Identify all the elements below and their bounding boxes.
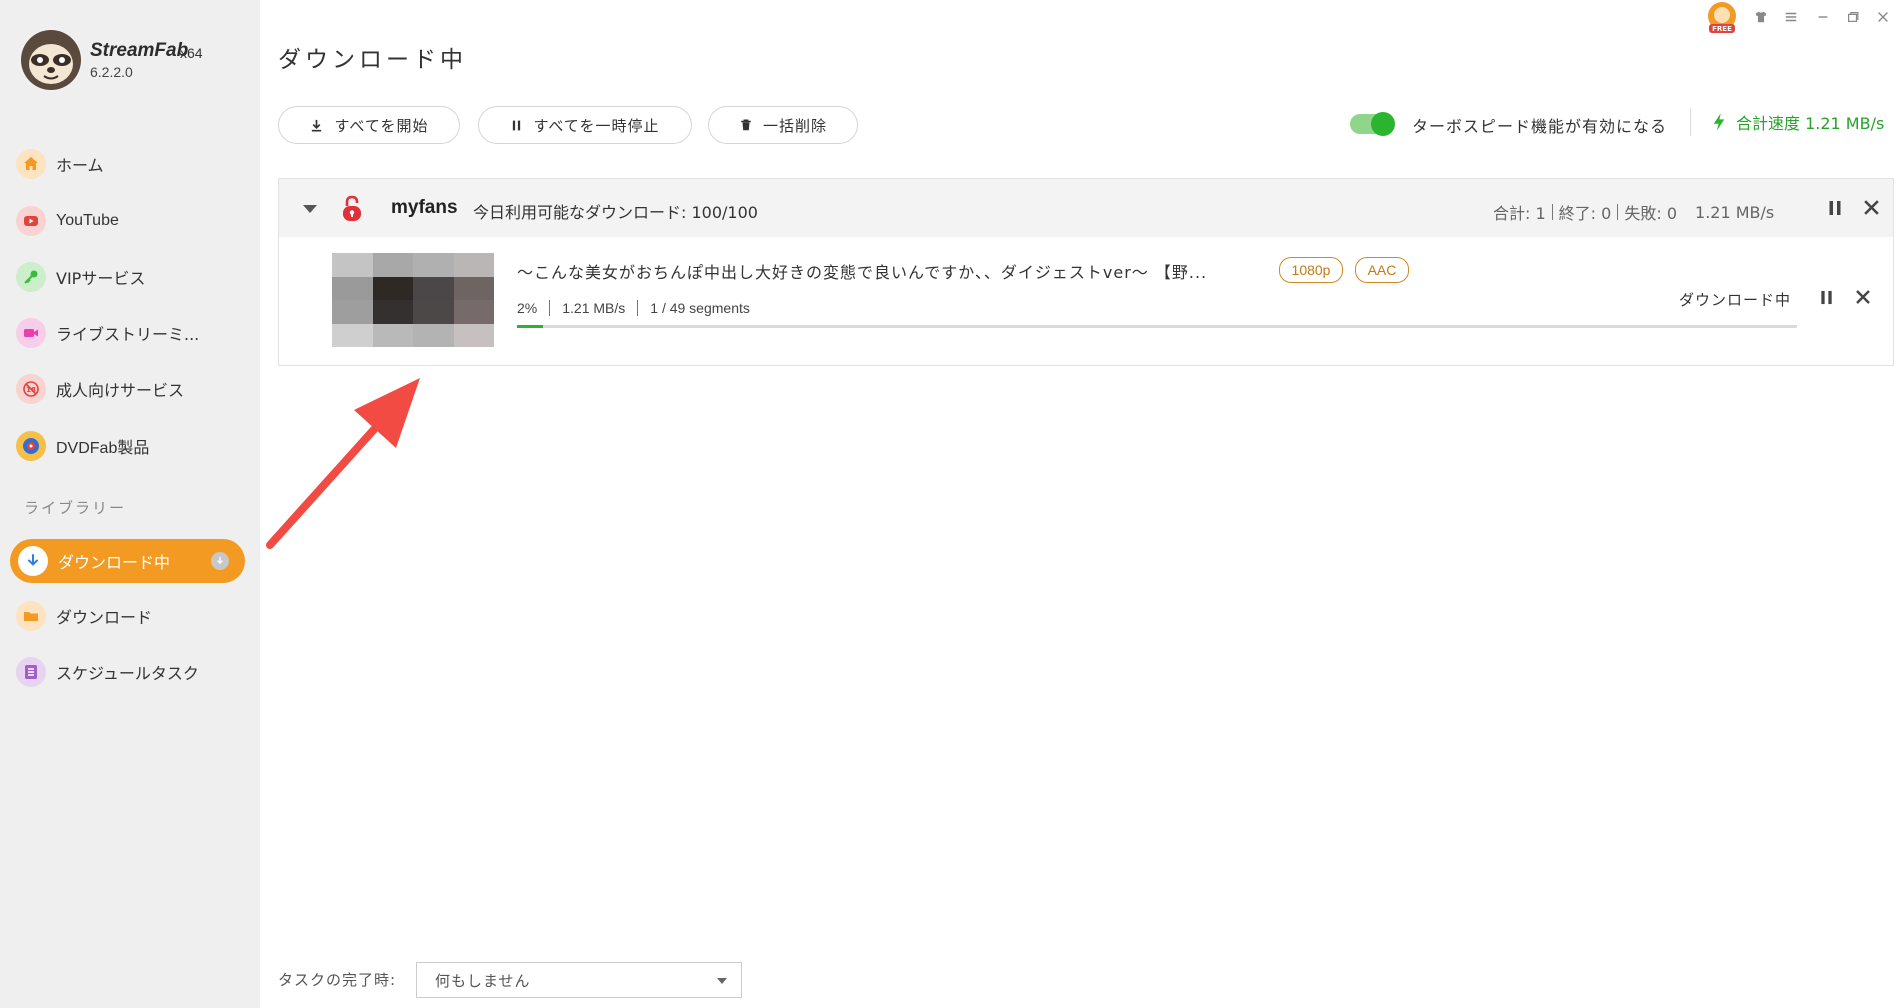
- total-speed: 合計速度 1.21 MB/s: [1712, 110, 1884, 134]
- sidebar-item-label: VIPサービス: [56, 269, 146, 288]
- collapse-caret-icon[interactable]: [303, 205, 317, 213]
- stats-separator: [1617, 204, 1619, 220]
- pause-icon: [510, 119, 523, 132]
- daily-quota: 今日利用可能なダウンロード: 100/100: [473, 203, 758, 222]
- delete-all-label: 一括削除: [762, 116, 827, 135]
- sidebar-item-label: 成人向けサービス: [56, 381, 185, 400]
- sidebar-item-adult[interactable]: 18 成人向けサービス: [14, 368, 246, 410]
- sidebar: StreamFab x64 6.2.2.0 ホーム YouTube VIPサービ…: [0, 0, 260, 1008]
- item-status: ダウンロード中: [1679, 291, 1792, 309]
- sidebar-item-home[interactable]: ホーム: [14, 143, 246, 185]
- item-speed: 1.21 MB/s: [562, 300, 626, 316]
- failed-count: 失敗: 0: [1624, 204, 1678, 223]
- skin-shirt-icon[interactable]: [1750, 6, 1772, 28]
- sidebar-item-label: ライブストリーミ...: [56, 325, 200, 344]
- free-badge-icon[interactable]: FREE: [1704, 0, 1740, 36]
- dvdfab-icon: [16, 431, 46, 461]
- site-name: myfans: [391, 197, 458, 218]
- key-icon: [16, 262, 46, 292]
- sidebar-item-schedule[interactable]: スケジュールタスク: [14, 651, 246, 693]
- group-stats: 合計: 1 終了: 0 失敗: 0 1.21 MB/s: [1493, 200, 1774, 224]
- item-pause-button[interactable]: [1819, 289, 1834, 310]
- group-close-button[interactable]: [1863, 199, 1880, 220]
- sidebar-item-livestream[interactable]: ライブストリーミ...: [14, 312, 246, 354]
- progress-separator: [637, 300, 639, 316]
- video-camera-icon: [16, 318, 46, 348]
- progress-separator: [549, 300, 551, 316]
- sidebar-item-label: ホーム: [56, 156, 104, 175]
- progress-percent: 2%: [517, 300, 538, 316]
- download-badge-icon: [211, 552, 229, 570]
- turbo-speed-label: ターボスピード機能が有効になる: [1412, 117, 1668, 136]
- task-completion-label: タスクの完了時:: [278, 971, 397, 989]
- download-group: myfans 今日利用可能なダウンロード: 100/100 合計: 1 終了: …: [278, 178, 1894, 366]
- resolution-tag: 1080p: [1279, 257, 1343, 283]
- adult-18-icon: 18: [16, 374, 46, 404]
- pause-all-label: すべてを一時停止: [533, 116, 660, 135]
- group-rate: 1.21 MB/s: [1695, 202, 1775, 222]
- sidebar-item-downloaded[interactable]: ダウンロード: [14, 595, 246, 637]
- download-icon: [18, 546, 48, 576]
- start-all-button[interactable]: すべてを開始: [278, 106, 460, 144]
- sidebar-item-dvdfab[interactable]: DVDFab製品: [14, 425, 246, 467]
- sidebar-item-label: ダウンロード: [56, 608, 153, 627]
- header-divider: [1690, 108, 1691, 136]
- group-header: myfans 今日利用可能なダウンロード: 100/100 合計: 1 終了: …: [279, 179, 1893, 237]
- task-completion-value: 何もしません: [435, 972, 531, 990]
- menu-icon[interactable]: [1780, 6, 1802, 28]
- finished-count: 終了: 0: [1558, 204, 1612, 223]
- schedule-list-icon: [16, 657, 46, 687]
- close-window-icon[interactable]: [1872, 6, 1894, 28]
- free-badge-text: FREE: [1712, 25, 1732, 33]
- start-all-label: すべてを開始: [334, 116, 429, 135]
- group-pause-button[interactable]: [1827, 199, 1843, 221]
- video-thumbnail: [332, 253, 494, 347]
- sidebar-item-label: YouTube: [56, 212, 119, 229]
- sidebar-item-vip[interactable]: VIPサービス: [14, 256, 246, 298]
- total-speed-label: 合計速度 1.21 MB/s: [1736, 114, 1885, 133]
- annotation-arrow: [260, 370, 430, 554]
- minimize-icon[interactable]: [1812, 6, 1834, 28]
- sidebar-item-downloading[interactable]: ダウンロード中: [10, 539, 245, 583]
- progress-bar: [517, 325, 1797, 328]
- chevron-down-icon: [717, 978, 727, 984]
- sidebar-item-label: DVDFab製品: [56, 440, 150, 457]
- progress-fill: [517, 325, 543, 328]
- library-section-title: ライブラリー: [24, 499, 127, 517]
- trash-icon: [739, 118, 753, 132]
- app-name: StreamFab: [90, 40, 189, 61]
- delete-all-button[interactable]: 一括削除: [708, 106, 858, 144]
- sidebar-item-label: ダウンロード中: [58, 553, 171, 572]
- item-close-button[interactable]: [1855, 289, 1871, 309]
- unlock-icon: [341, 195, 363, 227]
- audio-tag: AAC: [1355, 257, 1409, 283]
- lightning-icon: [1712, 111, 1726, 133]
- app-arch: x64: [180, 45, 203, 61]
- progress-info: 2% 1.21 MB/s 1 / 49 segments: [517, 300, 750, 316]
- video-title: 〜こんな美女がおちんぽ中出し大好きの変態で良いんですか、、ダイジェストver〜 …: [517, 263, 1208, 282]
- pause-all-button[interactable]: すべてを一時停止: [478, 106, 692, 144]
- sidebar-item-youtube[interactable]: YouTube: [14, 200, 246, 242]
- streamfab-logo: [18, 28, 84, 92]
- page-title: ダウンロード中: [278, 47, 467, 73]
- turbo-speed-toggle[interactable]: [1350, 112, 1395, 136]
- segments-count: 1 / 49 segments: [650, 300, 750, 316]
- stats-separator: [1551, 204, 1553, 220]
- download-icon: [309, 118, 324, 133]
- toggle-knob: [1371, 112, 1395, 136]
- app-version: 6.2.2.0: [90, 64, 133, 80]
- youtube-icon: [16, 206, 46, 236]
- folder-icon: [16, 601, 46, 631]
- total-count: 合計: 1: [1493, 204, 1546, 223]
- restore-icon[interactable]: [1842, 6, 1864, 28]
- sidebar-item-label: スケジュールタスク: [56, 664, 199, 683]
- task-completion-select[interactable]: 何もしません: [416, 962, 742, 998]
- home-icon: [16, 149, 46, 179]
